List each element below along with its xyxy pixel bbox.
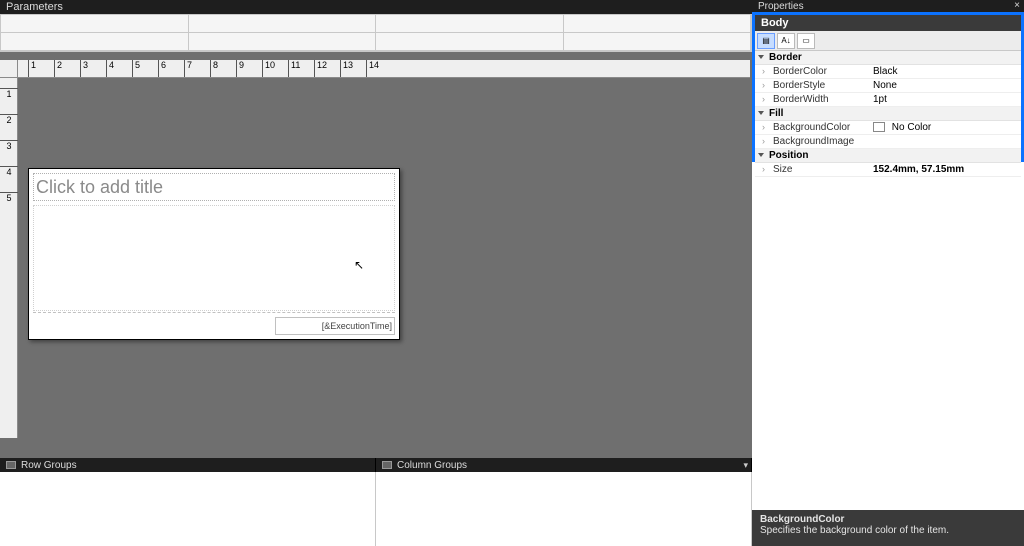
ruler-h-tick: 4 <box>106 60 114 78</box>
properties-description-text: Specifies the background color of the it… <box>760 525 949 536</box>
groups-chevron-icon[interactable]: ▾ <box>743 460 748 471</box>
ruler-h-tick: 1 <box>28 60 36 78</box>
category-fill[interactable]: Fill <box>755 107 1021 121</box>
color-swatch-icon <box>873 122 885 132</box>
ruler-h-tick: 14 <box>366 60 379 78</box>
ruler-h-tick: 9 <box>236 60 244 78</box>
properties-title-label: Properties <box>758 1 804 12</box>
category-border[interactable]: Border <box>755 51 1021 65</box>
parameters-title: Parameters <box>0 0 752 14</box>
alphabetical-view-button[interactable]: A↓ <box>777 33 795 49</box>
prop-name: BorderColor <box>755 66 873 77</box>
design-surface[interactable]: Click to add title ↖ [&ExecutionTime] <box>0 60 752 458</box>
property-pages-button[interactable]: ▭ <box>797 33 815 49</box>
prop-name: BorderStyle <box>755 80 873 91</box>
categorized-view-button[interactable]: ▤ <box>757 33 775 49</box>
prop-size[interactable]: Size 152.4mm, 57.15mm <box>755 163 1021 177</box>
column-groups-header[interactable]: Column Groups <box>376 458 752 472</box>
properties-object-name[interactable]: Body <box>755 15 1021 31</box>
ruler-v-tick: 3 <box>0 140 18 151</box>
ruler-h-tick: 5 <box>132 60 140 78</box>
groups-content[interactable] <box>0 472 752 546</box>
prop-value[interactable]: 1pt <box>873 94 1021 105</box>
ruler-h-tick: 8 <box>210 60 218 78</box>
prop-borderwidth[interactable]: BorderWidth 1pt <box>755 93 1021 107</box>
properties-description-title: BackgroundColor <box>760 514 1016 525</box>
prop-value[interactable]: Black <box>873 66 1021 77</box>
footer-separator <box>33 312 395 313</box>
ruler-h-tick: 2 <box>54 60 62 78</box>
close-icon[interactable]: × <box>1014 0 1020 11</box>
properties-toolbar: ▤ A↓ ▭ <box>755 31 1021 51</box>
report-title-textbox[interactable]: Click to add title <box>33 173 395 201</box>
row-groups-header[interactable]: Row Groups <box>0 458 376 472</box>
ruler-h-tick: 13 <box>340 60 353 78</box>
category-position[interactable]: Position <box>755 149 1021 163</box>
cursor-icon: ↖ <box>354 258 364 272</box>
property-grid: Border BorderColor Black BorderStyle Non… <box>755 51 1021 177</box>
row-groups-area[interactable] <box>0 472 376 546</box>
parameters-panel: Parameters <box>0 0 752 52</box>
ruler-h-tick: 6 <box>158 60 166 78</box>
parameters-grid[interactable] <box>0 14 752 52</box>
row-groups-label: Row Groups <box>21 460 77 471</box>
bgcolor-value-text: No Color <box>892 122 931 133</box>
properties-panel: Properties × Body ▤ A↓ ▭ Border BorderCo… <box>752 0 1024 546</box>
column-groups-label: Column Groups <box>397 460 467 471</box>
ruler-h-tick: 7 <box>184 60 192 78</box>
ruler-v-tick: 4 <box>0 166 18 177</box>
ruler-corner <box>0 60 18 78</box>
report-body[interactable]: Click to add title ↖ [&ExecutionTime] <box>28 168 400 340</box>
ruler-v-tick: 1 <box>0 88 18 99</box>
column-groups-area[interactable] <box>376 472 752 546</box>
ruler-h-tick: 11 <box>288 60 300 78</box>
column-groups-icon <box>382 461 392 469</box>
prop-value[interactable] <box>873 136 1021 147</box>
prop-borderstyle[interactable]: BorderStyle None <box>755 79 1021 93</box>
prop-value[interactable]: 152.4mm, 57.15mm <box>873 164 1021 175</box>
prop-name: BackgroundColor <box>755 122 873 133</box>
prop-value[interactable]: None <box>873 80 1021 91</box>
prop-backgroundimage[interactable]: BackgroundImage <box>755 135 1021 149</box>
groups-bar: Row Groups Column Groups ▾ <box>0 458 752 472</box>
ruler-v-tick: 5 <box>0 192 18 203</box>
report-body-region[interactable]: ↖ <box>33 205 395 311</box>
ruler-horizontal: 1234567891011121314 <box>18 60 750 78</box>
prop-bordercolor[interactable]: BorderColor Black <box>755 65 1021 79</box>
prop-name: Size <box>755 164 873 175</box>
properties-titlebar: Properties × <box>752 0 1024 12</box>
footer-execution-time[interactable]: [&ExecutionTime] <box>275 317 395 335</box>
properties-description: BackgroundColor Specifies the background… <box>752 510 1024 546</box>
prop-backgroundcolor[interactable]: BackgroundColor No Color <box>755 121 1021 135</box>
prop-name: BorderWidth <box>755 94 873 105</box>
ruler-h-tick: 12 <box>314 60 327 78</box>
ruler-h-tick: 10 <box>262 60 275 78</box>
ruler-v-tick: 2 <box>0 114 18 125</box>
row-groups-icon <box>6 461 16 469</box>
prop-name: BackgroundImage <box>755 136 873 147</box>
ruler-h-tick: 3 <box>80 60 88 78</box>
prop-value[interactable]: No Color <box>873 122 1021 133</box>
ruler-vertical: 1 2 3 4 5 <box>0 78 18 438</box>
properties-highlight-region: Body ▤ A↓ ▭ Border BorderColor Black Bor… <box>752 12 1024 162</box>
